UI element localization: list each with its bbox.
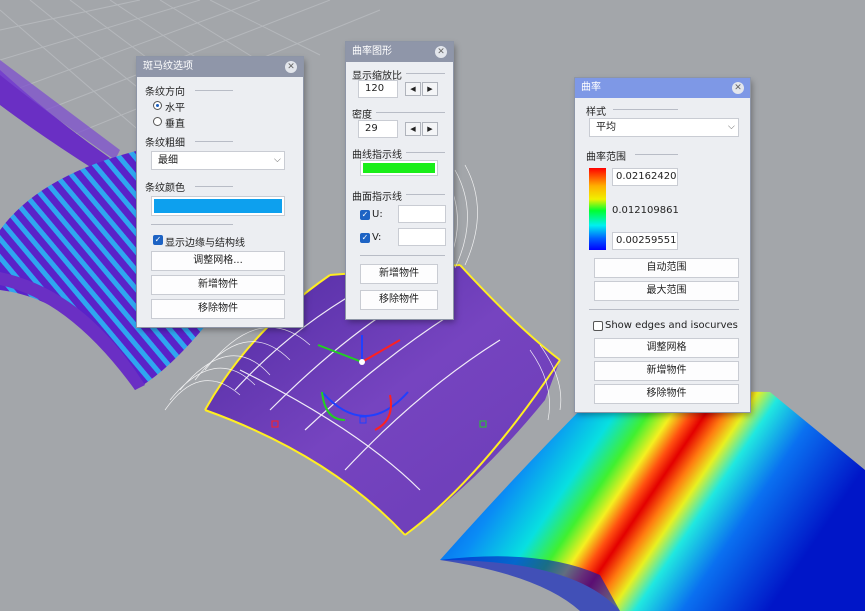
density-label: 密度: [352, 110, 372, 121]
u-label: U:: [372, 209, 383, 220]
chevron-down-icon: ⌵: [274, 155, 281, 165]
curvature-graph-panel: 曲率图形 ✕ 显示缩放比 120 ◀ ▶ 密度 29 ◀ ▶ 曲线指示线 曲面指…: [346, 42, 453, 319]
curve-hair-color-fill: [363, 163, 435, 173]
surface-hair-label: 曲面指示线: [352, 192, 402, 203]
v-color-swatch[interactable]: [398, 228, 446, 246]
radio-vertical[interactable]: [153, 117, 162, 126]
u-color-swatch[interactable]: [398, 205, 446, 223]
close-icon[interactable]: ✕: [732, 82, 744, 94]
show-edges-checkbox[interactable]: [593, 321, 603, 331]
stripe-direction-label: 条纹方向: [145, 87, 185, 98]
radio-horizontal[interactable]: [153, 101, 162, 110]
stripe-color-label: 条纹颜色: [145, 183, 185, 194]
density-increase-button[interactable]: ▶: [422, 122, 438, 136]
style-label: 样式: [586, 107, 606, 118]
stripe-color-fill: [154, 199, 282, 213]
color-ramp: [589, 168, 606, 250]
remove-object-button[interactable]: 移除物件: [151, 299, 285, 319]
add-object-button[interactable]: 新增物件: [594, 361, 739, 381]
density-decrease-button[interactable]: ◀: [405, 122, 421, 136]
stripe-color-swatch[interactable]: [151, 196, 285, 216]
radio-vertical-label: 垂直: [165, 119, 185, 130]
u-checkbox[interactable]: ✓: [360, 210, 370, 220]
range-max-input[interactable]: 0.0216242051: [612, 168, 678, 186]
show-edges-checkbox[interactable]: ✓: [153, 235, 163, 245]
add-object-button[interactable]: 新增物件: [151, 275, 285, 295]
remove-object-button[interactable]: 移除物件: [360, 290, 438, 310]
curvature-range-label: 曲率范围: [586, 152, 626, 163]
chevron-down-icon: ⌵: [728, 122, 735, 132]
close-icon[interactable]: ✕: [435, 46, 447, 58]
add-object-button[interactable]: 新增物件: [360, 264, 438, 284]
curvature-analysis-panel: 曲率 ✕ 样式 平均 ⌵ 曲率范围 0.0216242051 0.0121098…: [575, 78, 750, 412]
adjust-mesh-button[interactable]: 调整网格: [594, 338, 739, 358]
stripe-thickness-label: 条纹粗细: [145, 138, 185, 149]
curve-hair-color-swatch[interactable]: [360, 160, 438, 176]
curve-hair-label: 曲线指示线: [352, 150, 402, 161]
adjust-mesh-button[interactable]: 调整网格...: [151, 251, 285, 271]
range-mid-value: 0.012109861: [612, 205, 679, 216]
v-label: V:: [372, 232, 382, 243]
style-value: 平均: [596, 122, 616, 133]
stripe-thickness-value: 最细: [158, 155, 178, 166]
v-checkbox[interactable]: ✓: [360, 233, 370, 243]
panel-title: 斑马纹选项: [137, 57, 303, 77]
range-min-input[interactable]: 0.0025955180: [612, 232, 678, 250]
density-input[interactable]: 29: [358, 120, 398, 138]
style-select[interactable]: 平均: [589, 118, 739, 137]
remove-object-button[interactable]: 移除物件: [594, 384, 739, 404]
stripe-thickness-select[interactable]: 最细: [151, 151, 285, 170]
display-scale-input[interactable]: 120: [358, 80, 398, 98]
show-edges-label: Show edges and isocurves: [605, 320, 738, 331]
zebra-options-panel: 斑马纹选项 ✕ 条纹方向 水平 垂直 条纹粗细 最细 ⌵ 条纹颜色 ✓ 显示边缘…: [137, 57, 303, 327]
scale-decrease-button[interactable]: ◀: [405, 82, 421, 96]
panel-title: 曲率: [575, 78, 750, 98]
auto-range-button[interactable]: 自动范围: [594, 258, 739, 278]
scale-increase-button[interactable]: ▶: [422, 82, 438, 96]
show-edges-label: 显示边缘与结构线: [165, 238, 245, 249]
close-icon[interactable]: ✕: [285, 61, 297, 73]
radio-horizontal-label: 水平: [165, 103, 185, 114]
max-range-button[interactable]: 最大范围: [594, 281, 739, 301]
